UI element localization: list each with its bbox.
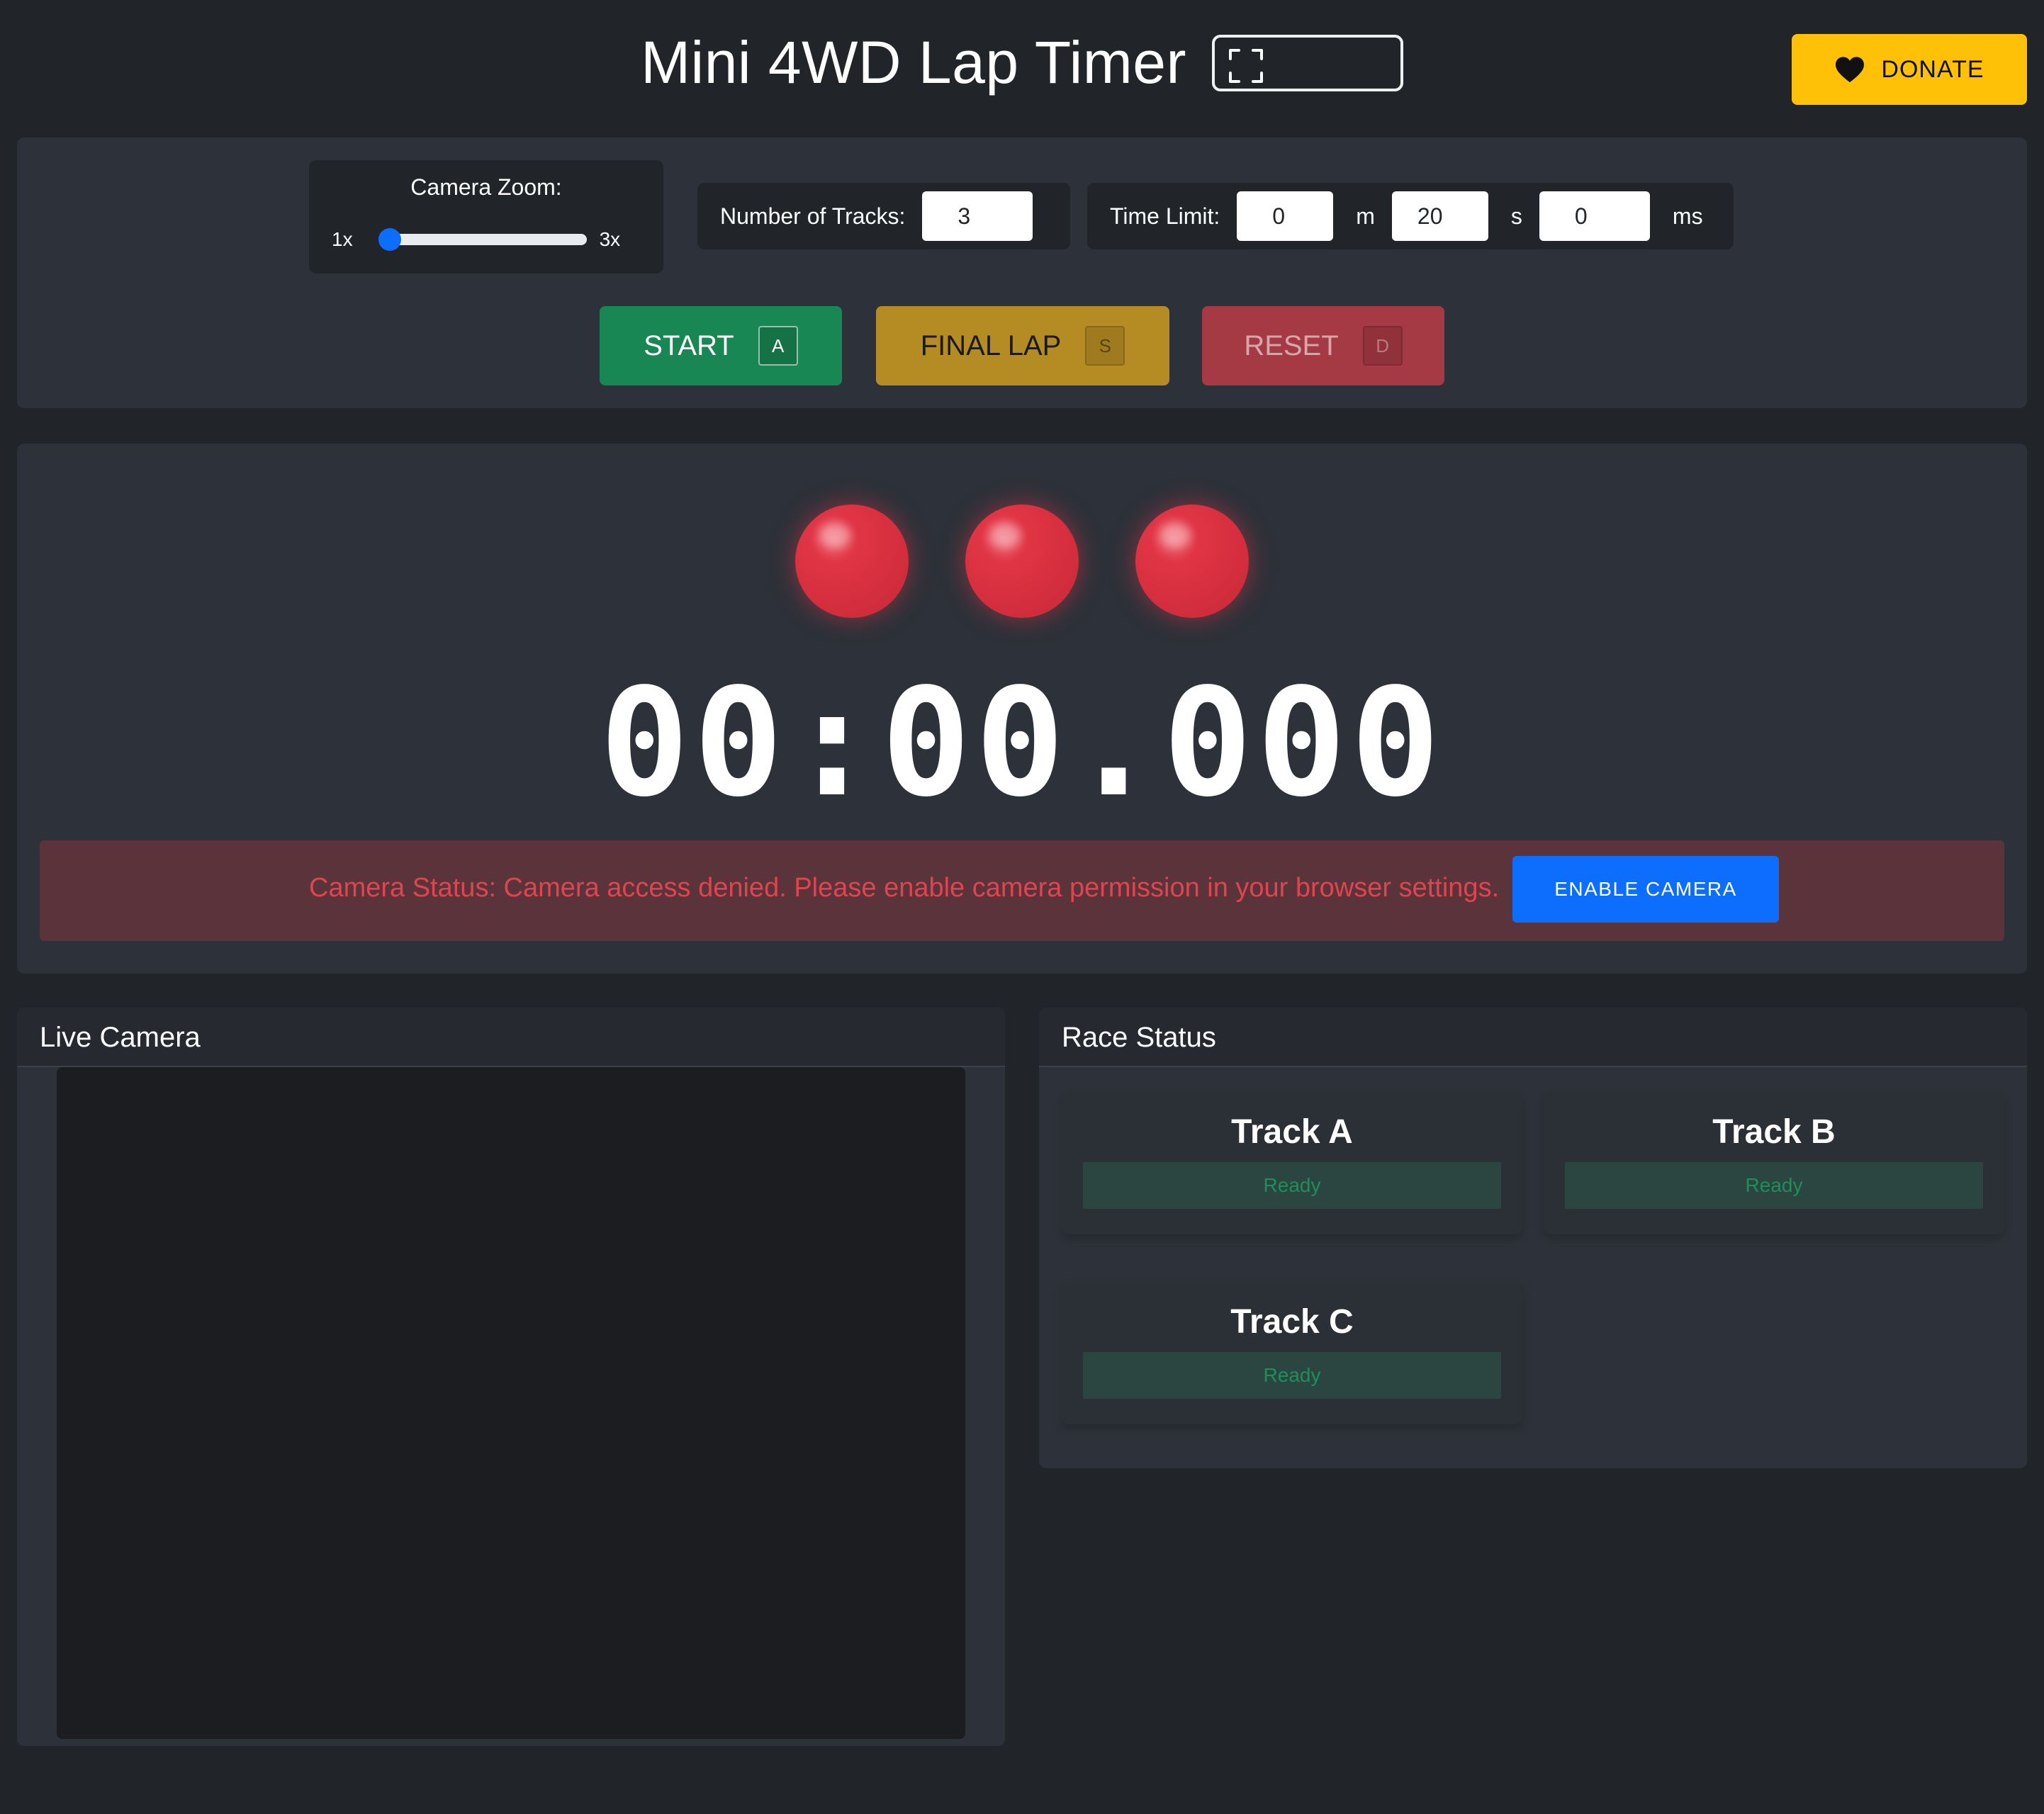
zoom-min-label: 1x: [332, 228, 353, 250]
camera-feed: [57, 1067, 965, 1739]
controls-panel: Camera Zoom: 1x 3x Number of Tracks: 3 T…: [17, 137, 2027, 408]
final-lap-button[interactable]: FINAL LAP S: [876, 306, 1169, 385]
final-lap-button-label: FINAL LAP: [920, 329, 1062, 361]
race-status-title: Race Status: [1062, 1022, 1216, 1053]
donate-label: DONATE: [1881, 55, 1984, 83]
number-of-tracks-control: Number of Tracks: 3: [697, 183, 1070, 249]
start-button-label: START: [644, 329, 734, 361]
number-of-tracks-label: Number of Tracks:: [720, 203, 906, 229]
time-limit-minutes-input[interactable]: 0: [1237, 191, 1334, 241]
seconds-unit-label: s: [1510, 203, 1522, 229]
camera-zoom-row: 1x 3x: [332, 228, 642, 251]
reset-shortcut-key: D: [1362, 326, 1403, 366]
time-limit-seconds-input[interactable]: 20: [1391, 191, 1488, 241]
camera-zoom-control: Camera Zoom: 1x 3x: [309, 160, 663, 274]
camera-zoom-label: Camera Zoom:: [410, 174, 562, 200]
track-status: Ready: [1565, 1162, 1983, 1209]
time-limit-label: Time Limit:: [1110, 203, 1220, 229]
track-name: Track A: [1231, 1113, 1353, 1151]
milliseconds-unit-label: ms: [1672, 203, 1703, 229]
header: Mini 4WD Lap Timer DONATE: [0, 0, 2044, 128]
start-shortcut-key: A: [758, 326, 798, 366]
fullscreen-icon: [1228, 48, 1263, 83]
donate-button[interactable]: DONATE: [1792, 34, 2027, 105]
live-camera-panel: Live Camera: [17, 1008, 1005, 1746]
camera-status-message: Camera Status: Camera access denied. Ple…: [309, 873, 1500, 903]
race-status-panel: Race Status Track A Ready Track B Ready …: [1039, 1008, 2027, 1468]
start-light-3: [1135, 505, 1249, 618]
track-card-c: Track C Ready: [1062, 1283, 1522, 1424]
track-card-b: Track B Ready: [1544, 1093, 2004, 1234]
reset-button-label: RESET: [1244, 329, 1339, 361]
minutes-unit-label: m: [1356, 203, 1375, 229]
track-name: Track C: [1230, 1303, 1354, 1341]
start-light-2: [965, 505, 1079, 618]
camera-zoom-slider-thumb[interactable]: [378, 228, 401, 251]
zoom-max-label: 3x: [599, 228, 621, 250]
heart-icon: [1836, 57, 1865, 83]
final-lap-shortcut-key: S: [1085, 326, 1125, 366]
app-page: Mini 4WD Lap Timer DONATE Camera Zoom: 1…: [0, 0, 2044, 1814]
track-status: Ready: [1083, 1352, 1501, 1399]
live-camera-header: Live Camera: [17, 1008, 1005, 1067]
number-of-tracks-input[interactable]: 3: [922, 191, 1033, 241]
start-light-1: [795, 505, 909, 618]
track-card-a: Track A Ready: [1062, 1093, 1522, 1234]
track-name: Track B: [1712, 1113, 1836, 1151]
fullscreen-button[interactable]: [1211, 34, 1403, 91]
timer-panel: 00:00.000 Camera Status: Camera access d…: [17, 444, 2027, 974]
reset-button[interactable]: RESET D: [1202, 306, 1444, 385]
title-wrap: Mini 4WD Lap Timer: [0, 28, 2044, 97]
timer-display: 00:00.000: [600, 656, 1444, 830]
camera-zoom-slider[interactable]: [378, 228, 587, 251]
track-status: Ready: [1083, 1162, 1501, 1209]
page-title: Mini 4WD Lap Timer: [641, 29, 1186, 96]
camera-status-alert: Camera Status: Camera access denied. Ple…: [40, 840, 2004, 941]
time-limit-control: Time Limit: 0 m 20 s 0 ms: [1087, 183, 1734, 249]
start-button[interactable]: START A: [600, 306, 842, 385]
live-camera-title: Live Camera: [40, 1022, 201, 1053]
enable-camera-button[interactable]: ENABLE CAMERA: [1512, 856, 1779, 923]
time-limit-milliseconds-input[interactable]: 0: [1539, 191, 1650, 241]
race-status-header: Race Status: [1039, 1008, 2027, 1067]
